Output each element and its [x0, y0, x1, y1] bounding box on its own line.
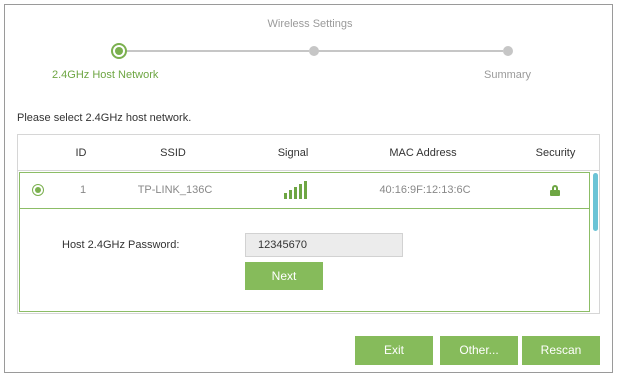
network-table: ID SSID Signal MAC Address Security 1 TP…	[17, 134, 600, 314]
step-indicator-host-network	[111, 43, 127, 59]
progress-line-2	[318, 50, 503, 52]
exit-button[interactable]: Exit	[355, 336, 433, 365]
progress-line-1	[125, 50, 309, 52]
cell-id: 1	[79, 184, 87, 196]
step-indicator-summary	[503, 46, 513, 56]
rescan-button[interactable]: Rescan	[522, 336, 600, 365]
password-label: Host 2.4GHz Password:	[62, 239, 180, 251]
table-row-selected[interactable]: 1 TP-LINK_136C 40:16:9F:12:13:6C Host 2.…	[19, 172, 590, 312]
lock-icon	[550, 185, 560, 196]
cell-mac-address: 40:16:9F:12:13:6C	[379, 184, 471, 196]
next-button[interactable]: Next	[245, 262, 323, 290]
column-header-id: ID	[75, 147, 87, 159]
column-header-signal: Signal	[277, 147, 309, 159]
select-network-radio[interactable]	[32, 184, 44, 196]
cell-ssid: TP-LINK_136C	[137, 184, 213, 196]
signal-bars-icon	[284, 179, 308, 199]
step-label-summary: Summary	[484, 69, 532, 81]
table-row[interactable]: 1 TP-LINK_136C 40:16:9F:12:13:6C	[20, 173, 589, 209]
column-header-security: Security	[535, 147, 576, 159]
table-header: ID SSID Signal MAC Address Security	[18, 135, 599, 171]
instruction-text: Please select 2.4GHz host network.	[17, 112, 192, 124]
scrollbar-thumb[interactable]	[593, 173, 598, 231]
column-header-mac-address: MAC Address	[389, 147, 457, 159]
other-button[interactable]: Other...	[440, 336, 518, 365]
column-header-ssid: SSID	[160, 147, 186, 159]
step-label-host-network: 2.4GHz Host Network	[52, 69, 159, 81]
password-input[interactable]	[245, 233, 403, 257]
wizard-title: Wireless Settings	[267, 18, 353, 30]
step-indicator-2	[309, 46, 319, 56]
